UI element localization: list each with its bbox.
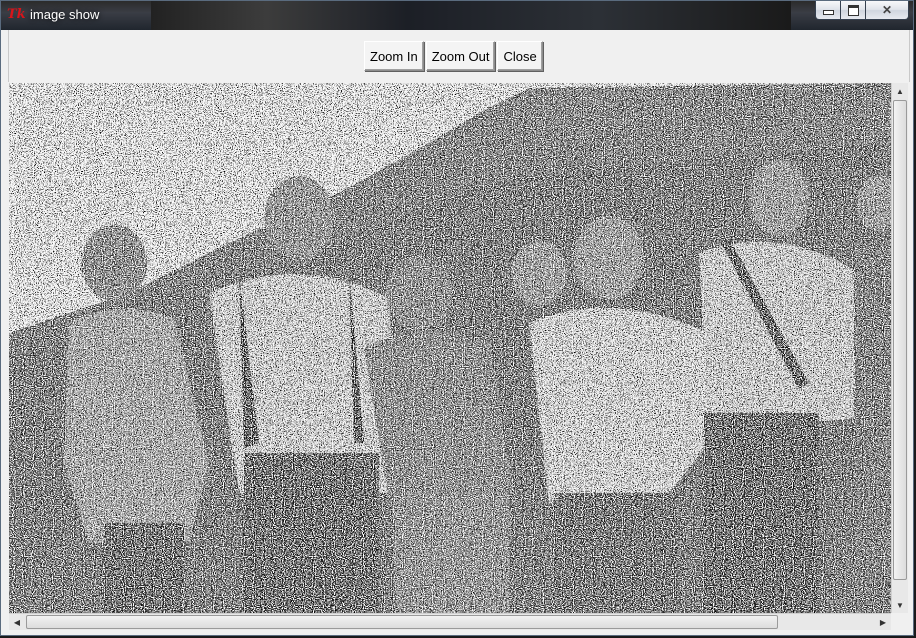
arrow-right-icon[interactable]: ▶ (875, 614, 891, 630)
title-bar[interactable]: Tk image show ✕ (1, 1, 913, 30)
vertical-scrollbar[interactable]: ▲ ▼ (891, 83, 908, 613)
photo (9, 83, 891, 613)
arrow-down-icon[interactable]: ▼ (892, 597, 908, 613)
toolbar: Zoom In Zoom Out Close (8, 30, 910, 82)
maximize-icon (847, 4, 859, 16)
horizontal-scroll-thumb[interactable] (26, 615, 778, 629)
horizontal-scrollbar[interactable]: ◀ ▶ (9, 613, 891, 630)
close-button[interactable]: Close (497, 41, 543, 71)
arrow-up-icon[interactable]: ▲ (892, 83, 908, 99)
zoom-in-button[interactable]: Zoom In (364, 41, 424, 71)
vertical-scroll-thumb[interactable] (893, 100, 907, 580)
minimize-icon (822, 10, 834, 15)
window-controls: ✕ (815, 1, 909, 20)
button-row: Zoom In Zoom Out Close (364, 41, 545, 71)
title-bar-background (151, 1, 791, 30)
app-window: Tk image show ✕ Zoom In Zoom Out Close ▲… (0, 0, 914, 636)
image-canvas[interactable] (9, 83, 891, 613)
close-window-button[interactable]: ✕ (866, 1, 909, 20)
minimize-button[interactable] (815, 1, 841, 20)
scrollbar-corner (891, 613, 908, 630)
window-title: image show (30, 7, 100, 22)
arrow-left-icon[interactable]: ◀ (9, 614, 25, 630)
close-icon: ✕ (881, 3, 893, 17)
maximize-button[interactable] (841, 1, 866, 20)
tk-feather-icon[interactable]: Tk (7, 7, 27, 23)
zoom-out-button[interactable]: Zoom Out (425, 41, 496, 71)
